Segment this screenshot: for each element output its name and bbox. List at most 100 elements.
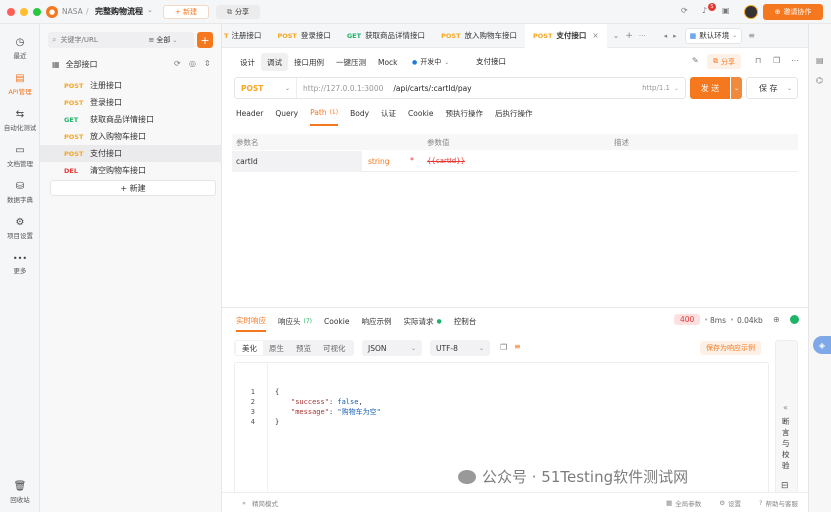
nav-docs[interactable]: ▭ 文档管理: [0, 138, 40, 174]
compact-mode-toggle[interactable]: 精简模式: [252, 498, 278, 508]
tab-query[interactable]: Query: [275, 100, 298, 126]
view-visualize[interactable]: 可视化: [317, 341, 352, 355]
nav-project-settings[interactable]: ⚙ 项目设置: [0, 210, 40, 246]
maximize-window-icon[interactable]: [33, 7, 41, 16]
expand-icon[interactable]: ⇕: [204, 59, 211, 68]
copy-icon[interactable]: ❐: [500, 343, 507, 352]
tab-response-example[interactable]: 响应示例: [361, 310, 391, 332]
code-icon[interactable]: ⌬: [816, 76, 823, 85]
status-select[interactable]: ● 开发中 ⌄: [412, 55, 449, 69]
filter-select[interactable]: 全部: [156, 35, 170, 45]
project-name[interactable]: 完整购物流程: [95, 6, 143, 17]
locate-icon[interactable]: ◎: [189, 59, 196, 68]
outline-icon[interactable]: ▤: [816, 56, 824, 65]
add-button[interactable]: +: [197, 32, 213, 48]
list-item[interactable]: GET 获取商品详情接口: [40, 111, 222, 128]
view-raw[interactable]: 原生: [263, 341, 290, 355]
chevron-right-icon[interactable]: ▸: [673, 32, 677, 40]
tab-actual-request[interactable]: 实际请求 ●: [403, 310, 441, 332]
settings-link[interactable]: 设置: [728, 498, 741, 508]
nav-auto-test[interactable]: ⇆ 自动化测试: [0, 102, 40, 138]
protocol-select[interactable]: http/1.1: [642, 84, 670, 92]
send-options-chevron-icon[interactable]: ⌄: [731, 77, 742, 99]
more-icon[interactable]: ···: [639, 32, 646, 40]
format-select[interactable]: JSON ⌄: [362, 340, 422, 356]
save-button[interactable]: 保 存 ⌄: [746, 77, 798, 99]
gear-icon[interactable]: ⚙: [719, 499, 725, 507]
filter-icon[interactable]: ≡: [148, 36, 154, 44]
tab-response-cookie[interactable]: Cookie: [324, 310, 349, 332]
tab-post-script[interactable]: 后执行操作: [495, 100, 533, 126]
tab-login[interactable]: POST 登录接口: [269, 24, 338, 48]
panel-toggle-icon[interactable]: ⊟: [781, 481, 789, 491]
chevron-down-icon[interactable]: ⌄: [674, 85, 679, 92]
add-tab-icon[interactable]: +: [625, 31, 633, 41]
nav-trash[interactable]: 🗑 回收站: [0, 474, 40, 510]
format-code-icon[interactable]: ≡: [514, 342, 521, 351]
globe-icon[interactable]: ⊕: [773, 315, 780, 324]
tab-design[interactable]: 设计: [234, 53, 261, 71]
tab-menu-icon[interactable]: ⌄: [613, 31, 620, 40]
message-icon[interactable]: ▣: [722, 6, 730, 15]
share-api-button[interactable]: ⧉ 分享: [707, 54, 741, 69]
tab-path[interactable]: Path (1): [310, 100, 339, 126]
list-item[interactable]: POST 登录接口: [40, 94, 222, 111]
bell-icon[interactable]: ♪: [702, 6, 707, 15]
param-name-cell[interactable]: cartId: [232, 151, 362, 172]
tab-stress-test[interactable]: 一键压测: [330, 53, 372, 71]
tree-root[interactable]: ▦ 全部接口: [52, 57, 98, 71]
lock-icon[interactable]: ⊓: [755, 56, 761, 65]
param-value-input[interactable]: {{cartId}}: [427, 157, 465, 165]
send-button[interactable]: 发 送: [690, 77, 730, 99]
tab-auth[interactable]: 认证: [381, 100, 396, 126]
invite-button[interactable]: ⊕ 邀请协作: [763, 4, 823, 20]
more-icon[interactable]: ⋯: [791, 56, 799, 65]
method-select[interactable]: POST ⌄: [235, 78, 297, 98]
list-item[interactable]: POST 注册接口: [40, 77, 222, 94]
assistant-icon[interactable]: ◈: [813, 336, 831, 354]
global-params-icon[interactable]: ▦: [666, 499, 672, 507]
chevron-down-icon[interactable]: ⌄: [147, 6, 153, 14]
list-item[interactable]: POST 放入购物车接口: [40, 128, 222, 145]
tab-register[interactable]: T 注册接口: [222, 24, 269, 48]
nav-recent[interactable]: ◷ 最近: [0, 30, 40, 66]
url-path-input[interactable]: /api/carts/:cartId/pay: [393, 84, 471, 93]
chevron-left-icon[interactable]: ◂: [664, 32, 668, 40]
minimize-window-icon[interactable]: [20, 7, 28, 16]
sync-icon[interactable]: ⟳: [174, 59, 181, 68]
list-item[interactable]: DEL 清空购物车接口: [40, 162, 222, 179]
team-name[interactable]: NASA: [62, 7, 83, 16]
tab-add-cart[interactable]: POST 放入购物车接口: [433, 24, 525, 48]
tab-response-headers[interactable]: 响应头 (7): [278, 310, 312, 332]
close-icon[interactable]: ×: [592, 31, 598, 40]
magic-icon[interactable]: ✎: [692, 56, 699, 65]
base-url[interactable]: http://127.0.0.1:3000: [303, 84, 383, 93]
tab-console[interactable]: 控制台: [454, 310, 477, 332]
tab-pre-script[interactable]: 预执行操作: [446, 100, 484, 126]
collapse-icon[interactable]: «: [242, 499, 246, 507]
api-title[interactable]: 支付接口: [476, 56, 506, 67]
copy-icon[interactable]: ❐: [773, 56, 780, 65]
tab-header[interactable]: Header: [236, 100, 263, 126]
tab-mock[interactable]: Mock: [372, 53, 404, 71]
share-button[interactable]: ⧉ 分享: [216, 5, 260, 19]
help-icon[interactable]: ?: [759, 499, 762, 507]
param-type[interactable]: string: [368, 157, 390, 166]
nav-more[interactable]: ••• 更多: [0, 246, 40, 282]
tab-pay[interactable]: POST 支付接口 ×: [524, 23, 607, 48]
assertion-panel[interactable]: « 断 言 与 校 验 ⊟: [775, 340, 798, 508]
close-window-icon[interactable]: [7, 7, 15, 16]
env-select[interactable]: ▦ 默认环境 ⌄: [684, 27, 743, 44]
tab-body[interactable]: Body: [350, 100, 369, 126]
new-button[interactable]: + 新建: [163, 5, 209, 19]
view-preview[interactable]: 预览: [290, 341, 317, 355]
refresh-icon[interactable]: ⟳: [681, 6, 688, 15]
tab-debug[interactable]: 调试: [261, 53, 288, 71]
nav-api-management[interactable]: ▤ API管理: [0, 66, 40, 102]
help-link[interactable]: 帮助与客服: [766, 498, 799, 508]
tree-new-button[interactable]: + 新建: [50, 180, 216, 196]
view-pretty[interactable]: 美化: [236, 341, 263, 355]
chevron-down-icon[interactable]: ⌄: [172, 37, 177, 44]
global-params-link[interactable]: 全局参数: [675, 498, 701, 508]
tab-cookie[interactable]: Cookie: [408, 100, 433, 126]
